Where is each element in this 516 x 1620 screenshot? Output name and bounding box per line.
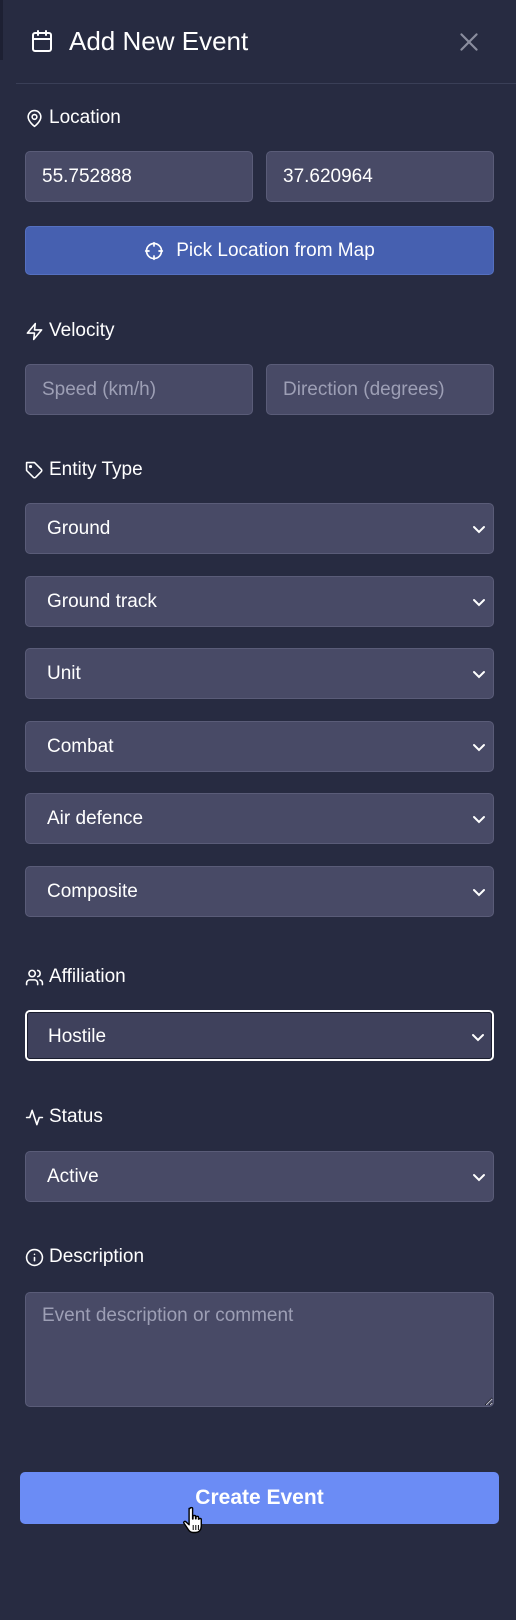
velocity-section-label: Velocity [25,318,114,344]
chevron-down-icon [473,526,485,534]
entity-role-select[interactable]: Combat [25,721,494,772]
entity-type-label: Entity Type [49,459,143,480]
pick-location-button[interactable]: Pick Location from Map [25,226,494,275]
direction-input[interactable] [266,364,494,415]
add-event-panel: Add New Event Location Pick Location fro… [0,0,516,1620]
select-value: Hostile [48,1026,107,1047]
entity-category-select[interactable]: Ground track [25,576,494,627]
description-section-label: Description [25,1244,144,1270]
select-value: Ground [47,518,111,539]
close-icon[interactable] [456,29,482,55]
location-label: Location [49,107,121,128]
location-section-label: Location [25,105,121,131]
select-value: Air defence [47,808,144,829]
panel-edge [0,0,3,60]
tag-icon [25,461,43,479]
crosshair-icon [145,241,164,260]
entity-subtype-select[interactable]: Composite [25,866,494,917]
page-title: Add New Event [69,26,249,56]
activity-icon [25,1109,44,1125]
latitude-input[interactable] [25,151,253,202]
calendar-icon [32,30,52,52]
chevron-down-icon [473,744,485,752]
select-value: Unit [47,663,81,684]
velocity-label: Velocity [49,320,115,341]
select-value: Combat [47,736,114,757]
pick-location-label: Pick Location from Map [176,239,375,261]
status-label: Status [49,1106,103,1127]
description-textarea[interactable] [25,1292,494,1407]
create-event-label: Create Event [195,1486,324,1509]
speed-input[interactable] [25,364,253,415]
chevron-down-icon [473,1174,485,1182]
longitude-input[interactable] [266,151,494,202]
panel-header: Add New Event [16,0,516,84]
chevron-down-icon [473,599,485,607]
select-value: Ground track [47,591,157,612]
entity-type-section-label: Entity Type [25,457,143,483]
select-value: Active [47,1166,99,1187]
zap-icon [26,322,43,340]
info-icon [25,1248,44,1266]
entity-function-select[interactable]: Air defence [25,793,494,844]
status-section-label: Status [25,1104,103,1130]
description-label: Description [49,1246,145,1267]
map-pin-icon [27,109,42,127]
affiliation-label: Affiliation [49,966,126,987]
affiliation-section-label: Affiliation [25,964,126,990]
chevron-down-icon [473,816,485,824]
create-event-button[interactable]: Create Event [20,1472,499,1524]
affiliation-select[interactable]: Hostile [25,1010,494,1061]
hand-cursor-icon [183,1506,202,1534]
status-select[interactable]: Active [25,1151,494,1202]
entity-domain-select[interactable]: Ground [25,503,494,554]
select-value: Composite [47,881,138,902]
entity-kind-select[interactable]: Unit [25,648,494,699]
chevron-down-icon [473,889,485,897]
chevron-down-icon [473,671,485,679]
users-icon [25,969,44,985]
chevron-down-icon [472,1034,484,1042]
